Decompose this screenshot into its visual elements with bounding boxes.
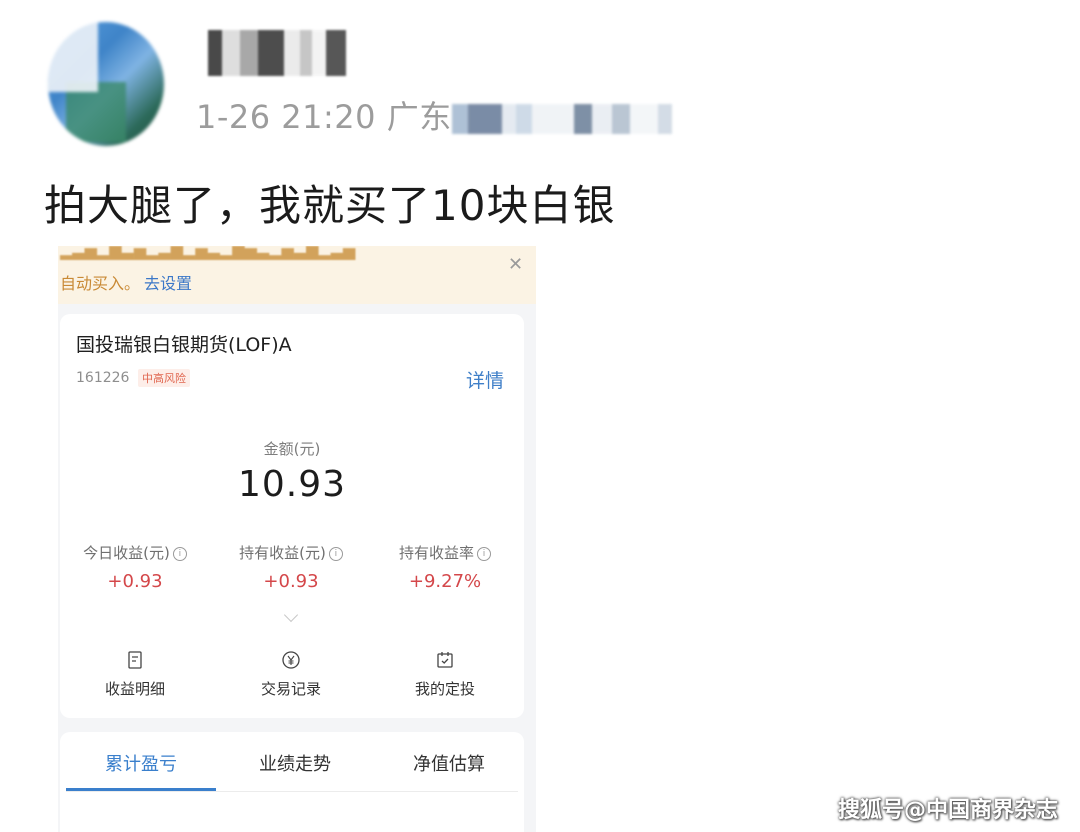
metric-value: +9.27% — [408, 571, 482, 592]
metric-holding-earnings: 持有收益(元) i +0.93 — [216, 542, 366, 592]
close-icon[interactable]: ✕ — [508, 254, 523, 275]
banner-message: 自动买入。 — [60, 274, 141, 293]
banner-cut-text: ▂▃▅▂▆▃▅▂▃▆▂▅▃▂▆▅▃▂▅▃▆▂▃▅ — [60, 246, 356, 260]
fund-name: 国投瑞银白银期货(LOF)A — [76, 334, 292, 356]
avatar[interactable] — [48, 22, 164, 146]
risk-badge: 中高风险 — [138, 369, 190, 387]
amount-label: 金额(元) — [263, 440, 321, 458]
fund-code: 161226 — [76, 370, 130, 386]
metric-holding-rate: 持有收益率 i +9.27% — [370, 542, 520, 592]
action-my-plans[interactable]: 我的定投 — [370, 650, 520, 699]
post-text: 拍大腿了，我就买了10块白银 — [44, 181, 616, 230]
metric-label: 持有收益率 — [398, 544, 474, 562]
banner-settings-link[interactable]: 去设置 — [144, 274, 192, 293]
tab-performance[interactable]: 业绩走势 — [220, 750, 370, 776]
tab-divider — [66, 791, 518, 792]
action-label: 交易记录 — [260, 680, 321, 698]
tabs-bar: 累计盈亏 业绩走势 净值估算 — [60, 732, 524, 832]
amount-value: 10.93 — [237, 464, 347, 505]
info-icon[interactable]: i — [328, 546, 343, 561]
watermark: 搜狐号@中国商界杂志 — [838, 798, 1059, 823]
info-icon[interactable]: i — [477, 546, 491, 561]
banner-text: 自动买入。 去设置 — [60, 270, 192, 294]
metric-label: 今日收益(元) — [83, 544, 170, 562]
detail-link[interactable]: 详情 — [466, 366, 504, 393]
tab-active-indicator — [66, 788, 216, 791]
username-redacted[interactable] — [200, 30, 370, 76]
calendar-check-icon — [437, 652, 453, 668]
action-label: 我的定投 — [414, 680, 475, 698]
app-screenshot: ▂▃▅▂▆▃▅▂▃▆▂▅▃▂▆▅▃▂▅▃▆▂▃▅ 自动买入。 去设置 ✕ 国投瑞银… — [58, 246, 536, 832]
tab-nav-estimate[interactable]: 净值估算 — [374, 750, 524, 776]
yen-circle-icon — [282, 651, 300, 669]
meta-redacted — [452, 104, 672, 134]
metric-label: 持有收益(元) — [239, 544, 326, 562]
notice-banner: ▂▃▅▂▆▃▅▂▃▆▂▅▃▂▆▅▃▂▅▃▆▂▃▅ 自动买入。 去设置 ✕ — [58, 246, 536, 304]
tab-cumulative-pnl[interactable]: 累计盈亏 — [66, 750, 216, 776]
action-earnings-detail[interactable]: 收益明细 — [60, 650, 210, 699]
metric-value: +0.93 — [107, 571, 163, 592]
metric-today-earnings: 今日收益(元) i +0.93 — [60, 542, 210, 592]
action-label: 收益明细 — [104, 680, 165, 698]
post-meta: 1-26 21:20 广东 — [196, 98, 452, 136]
metric-value: +0.93 — [263, 571, 319, 592]
action-trade-records[interactable]: 交易记录 — [216, 650, 366, 699]
chevron-down-icon[interactable] — [283, 607, 299, 623]
fund-card: 国投瑞银白银期货(LOF)A 161226 中高风险 详情 金额(元) 10.9… — [60, 314, 524, 718]
info-icon[interactable]: i — [172, 546, 187, 561]
document-icon — [128, 651, 142, 669]
